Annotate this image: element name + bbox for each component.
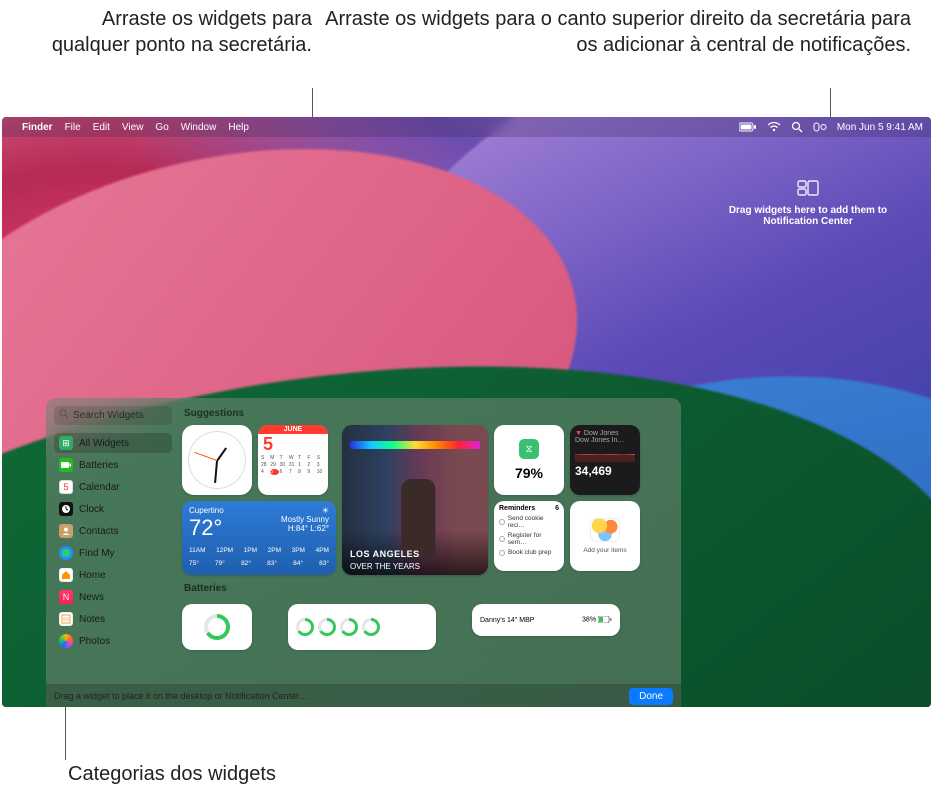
search-widgets-input[interactable]: Search Widgets bbox=[54, 406, 172, 425]
clock-icon bbox=[59, 502, 73, 516]
weather-condition: Mostly Sunny bbox=[281, 515, 329, 524]
sidebar-item-label: Contacts bbox=[79, 526, 118, 537]
calendar-day: 5 bbox=[258, 434, 328, 455]
widget-gallery-footer: Drag a widget to place it on the desktop… bbox=[46, 684, 681, 707]
weather-hilo: H:84° L:62° bbox=[281, 524, 329, 533]
sidebar-item-label: Clock bbox=[79, 504, 104, 515]
photos-icon bbox=[59, 634, 73, 648]
battery-widget-large[interactable]: Danny's 14" MBP 38% bbox=[472, 604, 620, 636]
sidebar-item-findmy[interactable]: Find My bbox=[54, 543, 172, 563]
sidebar-item-news[interactable]: N News bbox=[54, 587, 172, 607]
clock-widget[interactable] bbox=[182, 425, 252, 495]
wifi-status-icon[interactable] bbox=[767, 122, 781, 132]
sidebar-item-notes[interactable]: Notes bbox=[54, 609, 172, 629]
photo-title: LOS ANGELES bbox=[350, 549, 420, 559]
reminders-title: Reminders bbox=[499, 505, 535, 512]
battery-pct: 38% bbox=[582, 617, 596, 624]
section-title-batteries: Batteries bbox=[184, 583, 671, 594]
findmy-icon bbox=[59, 546, 73, 560]
screentime-icon: ⧖ bbox=[519, 439, 539, 459]
sidebar-item-home[interactable]: Home bbox=[54, 565, 172, 585]
screentime-widget[interactable]: ⧖ 79% bbox=[494, 425, 564, 495]
dropzone-label: Drag widgets here to add them to Notific… bbox=[718, 205, 898, 227]
screentime-value: 79% bbox=[515, 465, 543, 481]
reminder-item: Register for sem… bbox=[508, 532, 559, 546]
stock-symbol: Dow Jones bbox=[584, 430, 619, 437]
search-icon bbox=[59, 409, 69, 422]
home-icon bbox=[59, 568, 73, 582]
batteries-icon bbox=[59, 458, 73, 472]
stock-sub: Dow Jones In… bbox=[575, 437, 635, 444]
section-title-suggestions: Suggestions bbox=[184, 408, 671, 419]
freeform-label: Add your items bbox=[583, 547, 626, 554]
menu-window[interactable]: Window bbox=[181, 122, 217, 133]
reminders-count: 6 bbox=[555, 505, 559, 512]
sidebar-item-clock[interactable]: Clock bbox=[54, 499, 172, 519]
battery-widget-small[interactable] bbox=[182, 604, 252, 650]
menu-view[interactable]: View bbox=[122, 122, 144, 133]
sidebar-item-contacts[interactable]: Contacts bbox=[54, 521, 172, 541]
stocks-widget[interactable]: ▼ Dow Jones Dow Jones In… 34,469 bbox=[570, 425, 640, 495]
sidebar-item-all-widgets[interactable]: All Widgets bbox=[54, 433, 172, 453]
all-widgets-icon bbox=[59, 436, 73, 450]
freeform-icon bbox=[590, 518, 620, 542]
battery-device: Danny's 14" MBP bbox=[480, 617, 534, 624]
photos-widget[interactable]: LOS ANGELES OVER THE YEARS bbox=[342, 425, 488, 575]
sidebar-item-calendar[interactable]: 5 Calendar bbox=[54, 477, 172, 497]
spotlight-icon[interactable] bbox=[791, 121, 803, 133]
sidebar-item-label: Notes bbox=[79, 614, 105, 625]
callout-drag-topright: Arraste os widgets para o canto superior… bbox=[321, 6, 911, 59]
widget-gallery-content: Suggestions JUNE 5 SMTWTFS bbox=[180, 398, 681, 684]
notes-icon bbox=[59, 612, 73, 626]
widgets-icon bbox=[718, 180, 898, 201]
macos-desktop: Finder File Edit View Go Window Help Mon… bbox=[2, 117, 931, 707]
widget-gallery-panel: Search Widgets All Widgets Batteries 5 C… bbox=[46, 398, 681, 707]
menu-bar: Finder File Edit View Go Window Help Mon… bbox=[2, 117, 931, 137]
notification-center-dropzone[interactable]: Drag widgets here to add them to Notific… bbox=[718, 180, 898, 227]
photo-subtitle: OVER THE YEARS bbox=[350, 562, 420, 571]
sidebar-item-label: Calendar bbox=[79, 482, 120, 493]
calendar-month: JUNE bbox=[258, 425, 328, 434]
callout-categories: Categorias dos widgets bbox=[68, 763, 276, 786]
callout-drag-anywhere: Arraste os widgets para qualquer ponto n… bbox=[30, 6, 312, 59]
reminder-item: Send cookie reci… bbox=[508, 515, 559, 529]
footer-hint: Drag a widget to place it on the desktop… bbox=[54, 691, 308, 701]
freeform-widget[interactable]: Add your items bbox=[570, 501, 640, 571]
widget-gallery-sidebar: Search Widgets All Widgets Batteries 5 C… bbox=[46, 398, 180, 684]
calendar-grid: SMTWTFS 28293031123 45678910 bbox=[258, 455, 328, 475]
sidebar-item-label: Find My bbox=[79, 548, 115, 559]
control-center-icon[interactable] bbox=[813, 122, 827, 132]
news-icon: N bbox=[59, 590, 73, 604]
sidebar-item-photos[interactable]: Photos bbox=[54, 631, 172, 651]
weather-widget[interactable]: Cupertino 72° ☀ Mostly Sunny H:84° L:62° bbox=[182, 501, 336, 575]
sidebar-item-batteries[interactable]: Batteries bbox=[54, 455, 172, 475]
sidebar-item-label: News bbox=[79, 592, 104, 603]
done-button[interactable]: Done bbox=[629, 688, 673, 705]
sidebar-item-label: Home bbox=[79, 570, 106, 581]
weather-temp: 72° bbox=[189, 515, 224, 541]
stock-value: 34,469 bbox=[575, 464, 635, 478]
menubar-datetime[interactable]: Mon Jun 5 9:41 AM bbox=[837, 122, 923, 133]
menu-edit[interactable]: Edit bbox=[93, 122, 110, 133]
menu-help[interactable]: Help bbox=[228, 122, 249, 133]
calendar-icon: 5 bbox=[59, 480, 73, 494]
app-menu[interactable]: Finder bbox=[22, 122, 53, 133]
sidebar-item-label: Batteries bbox=[79, 460, 118, 471]
search-placeholder: Search Widgets bbox=[73, 410, 144, 421]
menu-file[interactable]: File bbox=[65, 122, 81, 133]
calendar-widget[interactable]: JUNE 5 SMTWTFS 28293031123 45678910 bbox=[258, 425, 328, 495]
reminders-widget[interactable]: Reminders 6 Send cookie reci… Register fo… bbox=[494, 501, 564, 571]
battery-status-icon[interactable] bbox=[739, 122, 757, 132]
battery-widget-medium[interactable] bbox=[288, 604, 436, 650]
reminder-item: Book club prep bbox=[508, 549, 551, 556]
weather-city: Cupertino bbox=[189, 506, 224, 515]
sidebar-item-label: Photos bbox=[79, 636, 110, 647]
contacts-icon bbox=[59, 524, 73, 538]
menu-go[interactable]: Go bbox=[155, 122, 168, 133]
sidebar-item-label: All Widgets bbox=[79, 438, 129, 449]
